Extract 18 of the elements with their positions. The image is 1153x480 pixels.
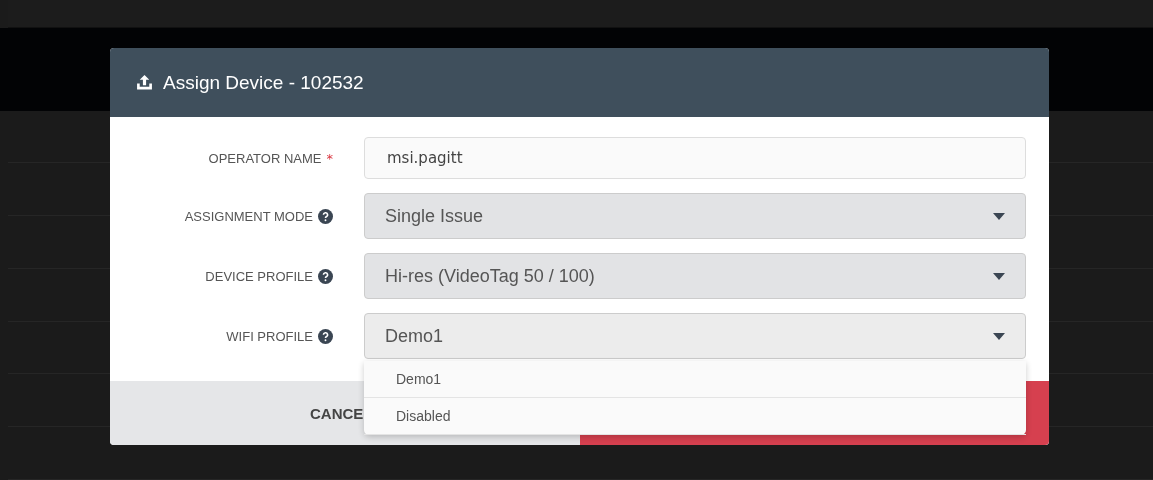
field-label: DEVICE PROFILE (205, 268, 313, 284)
field-label: WIFI PROFILE (226, 328, 313, 344)
select-field[interactable]: Hi-res (VideoTag 50 / 100) (364, 253, 1026, 299)
dropdown-option[interactable]: Demo1 (364, 361, 1026, 398)
required-mark: * (326, 150, 333, 166)
help-icon[interactable] (318, 268, 333, 284)
upload-icon (136, 74, 153, 91)
caret-icon (993, 212, 1005, 220)
help-icon[interactable] (318, 328, 333, 344)
dialog-title: Assign Device - 102532 (163, 71, 364, 94)
help-icon[interactable] (318, 208, 333, 224)
field-label: ASSIGNMENT MODE (184, 208, 313, 224)
input-field[interactable]: msi.pagitt (364, 137, 1026, 179)
cancel-button[interactable]: CANCE (110, 381, 364, 445)
caret-icon (993, 272, 1005, 280)
select-field[interactable]: Single Issue (364, 193, 1026, 239)
field-label: OPERATOR NAME (208, 150, 322, 166)
caret-icon (993, 332, 1005, 340)
